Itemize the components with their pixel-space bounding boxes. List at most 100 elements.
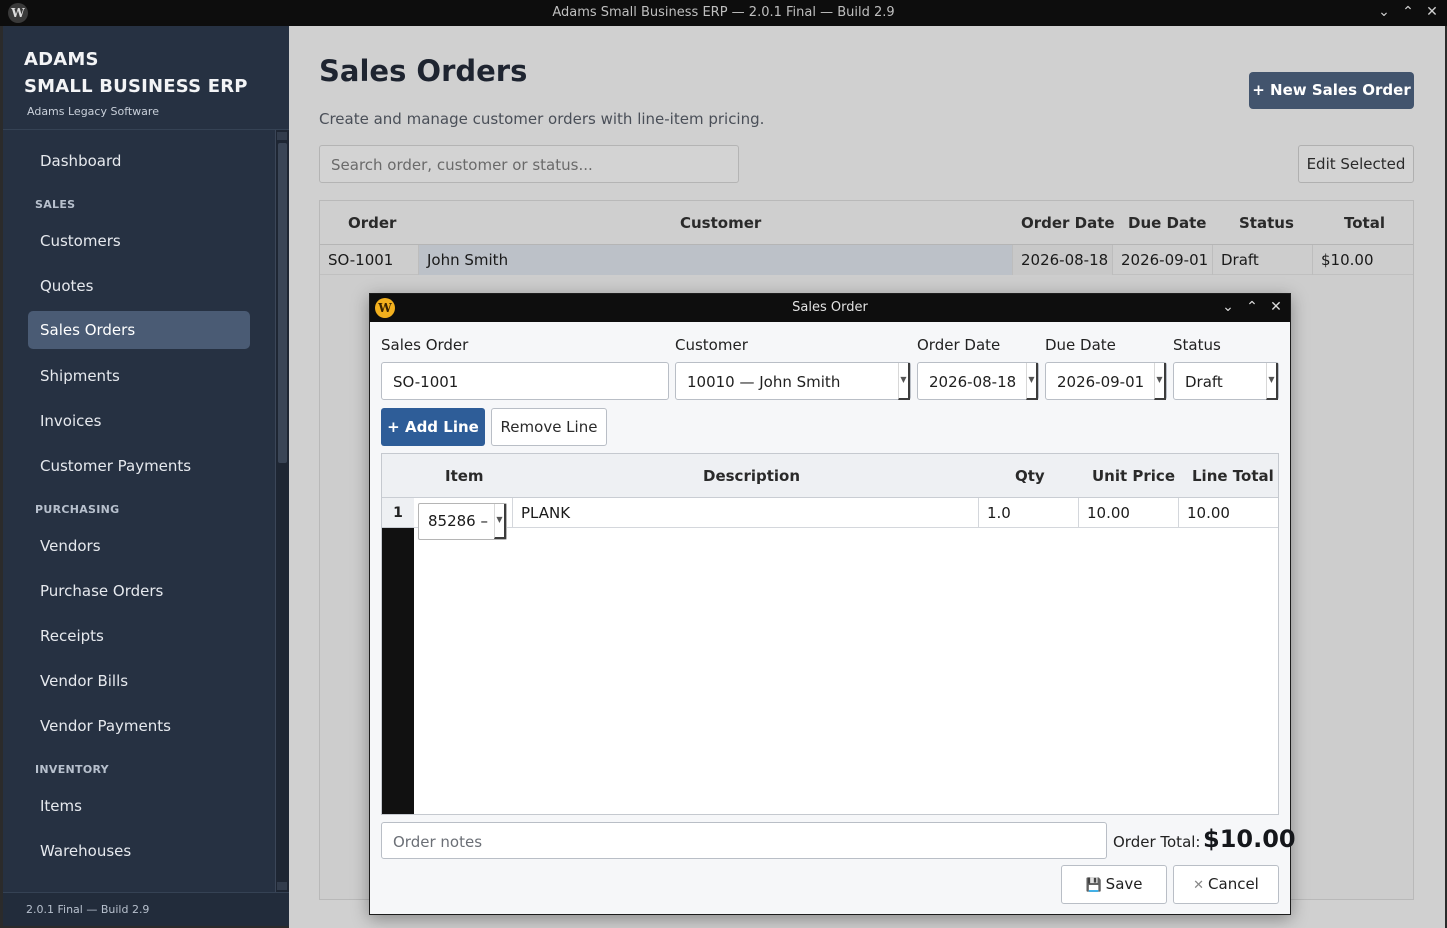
- item-select-value: 85286 –: [428, 512, 488, 530]
- status-label: Status: [1173, 336, 1221, 354]
- cell-status: Draft: [1213, 245, 1313, 275]
- cell-unit-price[interactable]: 10.00: [1079, 498, 1179, 528]
- brand-subtitle: Adams Legacy Software: [27, 105, 159, 118]
- chevron-down-icon[interactable]: ▼: [1026, 363, 1038, 400]
- save-icon: 💾: [1085, 878, 1102, 893]
- cell-customer: John Smith: [419, 245, 1013, 275]
- line-item-row[interactable]: PLANK 1.0 10.00 10.00: [414, 498, 1278, 528]
- chevron-down-icon[interactable]: ▼: [494, 504, 506, 539]
- sidebar-item-warehouses[interactable]: Warehouses: [28, 832, 250, 870]
- order-date-value: 2026-08-18: [929, 373, 1017, 391]
- line-items-table: Item Description Qty Unit Price Line Tot…: [381, 453, 1279, 815]
- cell-description[interactable]: PLANK: [513, 498, 979, 528]
- chevron-down-icon[interactable]: ▼: [1154, 363, 1166, 400]
- row-number[interactable]: 1: [382, 498, 414, 528]
- brand-line-2: SMALL BUSINESS ERP: [24, 76, 248, 97]
- cancel-label: Cancel: [1208, 875, 1259, 893]
- sidebar-item-invoices[interactable]: Invoices: [28, 402, 250, 440]
- column-header-customer[interactable]: Customer: [680, 214, 761, 232]
- customer-select[interactable]: 10010 — John Smith ▼: [675, 362, 911, 400]
- close-icon: ✕: [1193, 878, 1205, 893]
- cell-due-date: 2026-09-01: [1113, 245, 1213, 275]
- cell-line-total: 10.00: [1187, 504, 1230, 522]
- row-header-column: [382, 498, 414, 814]
- order-total-value: $10.00: [1203, 825, 1296, 853]
- sidebar-item-receipts[interactable]: Receipts: [28, 617, 250, 655]
- remove-line-button[interactable]: Remove Line: [491, 408, 607, 446]
- line-items-header: Item Description Qty Unit Price Line Tot…: [382, 454, 1278, 498]
- status-select[interactable]: Draft ▼: [1173, 362, 1279, 400]
- cell-order-date: 2026-08-18: [1013, 245, 1113, 275]
- column-header-total[interactable]: Total: [1344, 214, 1385, 232]
- due-date-value: 2026-09-01: [1057, 373, 1145, 391]
- item-select[interactable]: 85286 – ▼: [418, 503, 507, 540]
- column-header-line-total[interactable]: Line Total: [1192, 467, 1274, 485]
- cell-order: SO-1001: [320, 245, 419, 275]
- sidebar-item-purchase-orders[interactable]: Purchase Orders: [28, 572, 250, 610]
- customer-label: Customer: [675, 336, 748, 354]
- sidebar-item-customer-payments[interactable]: Customer Payments: [28, 447, 250, 485]
- sidebar-section-purchasing: PURCHASING: [35, 503, 120, 516]
- sales-order-field[interactable]: SO-1001: [381, 362, 669, 400]
- order-notes-input[interactable]: Order notes: [381, 822, 1107, 859]
- due-date-label: Due Date: [1045, 336, 1116, 354]
- column-header-due-date[interactable]: Due Date: [1128, 214, 1206, 232]
- dialog-minimize-chevron-down-icon[interactable]: ⌄: [1220, 298, 1236, 316]
- sidebar-section-inventory: INVENTORY: [35, 763, 109, 776]
- sidebar-item-vendor-bills[interactable]: Vendor Bills: [28, 662, 250, 700]
- maximize-chevron-up-icon[interactable]: ⌃: [1401, 3, 1415, 21]
- edit-selected-button[interactable]: Edit Selected: [1298, 145, 1414, 183]
- brand: ADAMS SMALL BUSINESS ERP Adams Legacy So…: [3, 26, 289, 130]
- save-button[interactable]: 💾 Save: [1061, 865, 1167, 904]
- dialog-maximize-chevron-up-icon[interactable]: ⌃: [1244, 298, 1260, 316]
- page-title: Sales Orders: [319, 54, 528, 88]
- sidebar-item-dashboard[interactable]: Dashboard: [28, 142, 250, 180]
- cancel-button[interactable]: ✕ Cancel: [1173, 865, 1279, 904]
- column-header-order[interactable]: Order: [348, 214, 396, 232]
- order-date-field[interactable]: 2026-08-18 ▼: [917, 362, 1039, 400]
- column-header-item[interactable]: Item: [445, 467, 484, 485]
- chevron-down-icon[interactable]: ▼: [1266, 363, 1278, 400]
- sidebar-item-shipments[interactable]: Shipments: [28, 357, 250, 395]
- dialog-title: Sales Order: [792, 300, 868, 315]
- search-input[interactable]: Search order, customer or status...: [319, 145, 739, 183]
- sidebar-item-vendor-payments[interactable]: Vendor Payments: [28, 707, 250, 745]
- window-title: Adams Small Business ERP — 2.0.1 Final —…: [552, 5, 895, 20]
- sidebar-item-sales-orders[interactable]: Sales Orders: [28, 311, 250, 349]
- chevron-down-icon[interactable]: ▼: [898, 363, 910, 400]
- sidebar-item-quotes[interactable]: Quotes: [28, 267, 250, 305]
- new-sales-order-button[interactable]: + New Sales Order: [1249, 72, 1414, 109]
- sidebar-item-customers[interactable]: Customers: [28, 222, 250, 260]
- column-header-order-date[interactable]: Order Date: [1021, 214, 1115, 232]
- sidebar-section-sales: SALES: [35, 198, 76, 211]
- sidebar: ADAMS SMALL BUSINESS ERP Adams Legacy So…: [3, 26, 289, 926]
- page-subtitle: Create and manage customer orders with l…: [319, 110, 765, 128]
- table-row[interactable]: SO-1001 John Smith 2026-08-18 2026-09-01…: [320, 245, 1413, 275]
- sidebar-item-items[interactable]: Items: [28, 787, 250, 825]
- sidebar-scrollbar-thumb[interactable]: [278, 143, 287, 463]
- cell-qty[interactable]: 1.0: [979, 498, 1079, 528]
- sidebar-nav: Dashboard SALES Customers Quotes Sales O…: [3, 130, 275, 894]
- column-header-unit-price[interactable]: Unit Price: [1092, 467, 1175, 485]
- close-icon[interactable]: ✕: [1425, 3, 1439, 21]
- column-header-qty[interactable]: Qty: [1015, 467, 1045, 485]
- scroll-up-arrow-icon[interactable]: [277, 132, 287, 140]
- sidebar-item-vendors[interactable]: Vendors: [28, 527, 250, 565]
- order-date-label: Order Date: [917, 336, 1001, 354]
- dialog-close-icon[interactable]: ✕: [1268, 298, 1284, 316]
- add-line-button[interactable]: + Add Line: [381, 408, 485, 446]
- column-header-description[interactable]: Description: [703, 467, 800, 485]
- order-total-label: Order Total:: [1113, 833, 1201, 851]
- column-header-status[interactable]: Status: [1239, 214, 1294, 232]
- customer-select-value: 10010 — John Smith: [687, 373, 841, 391]
- dialog-titlebar: W Sales Order ⌄ ⌃ ✕: [370, 294, 1290, 322]
- sales-order-dialog: W Sales Order ⌄ ⌃ ✕ Sales Order Customer…: [369, 293, 1296, 915]
- cell-total: $10.00: [1321, 251, 1374, 269]
- brand-line-1: ADAMS: [24, 49, 99, 70]
- status-select-value: Draft: [1185, 373, 1223, 391]
- scroll-down-arrow-icon[interactable]: [277, 882, 287, 890]
- due-date-field[interactable]: 2026-09-01 ▼: [1045, 362, 1167, 400]
- table-header: Order Customer Order Date Due Date Statu…: [320, 201, 1413, 245]
- save-label: Save: [1105, 875, 1143, 893]
- minimize-chevron-down-icon[interactable]: ⌄: [1377, 3, 1391, 21]
